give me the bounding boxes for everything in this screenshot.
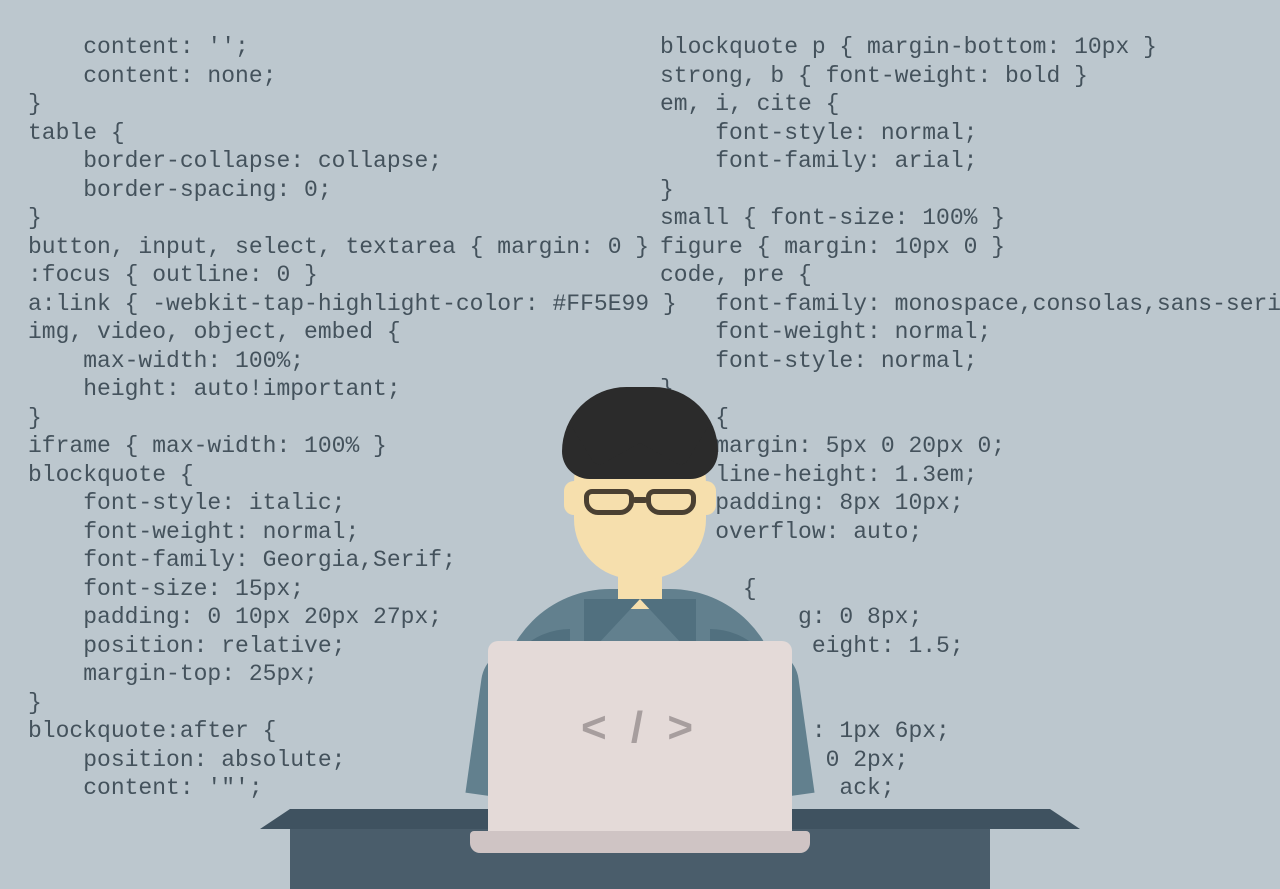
laptop-screen: < / > [488,641,792,831]
laptop-base [470,831,810,853]
glasses-icon [582,489,698,519]
code-icon: < / > [488,703,792,753]
illustration-stage: content: ''; content: none; } table { bo… [0,0,1280,889]
